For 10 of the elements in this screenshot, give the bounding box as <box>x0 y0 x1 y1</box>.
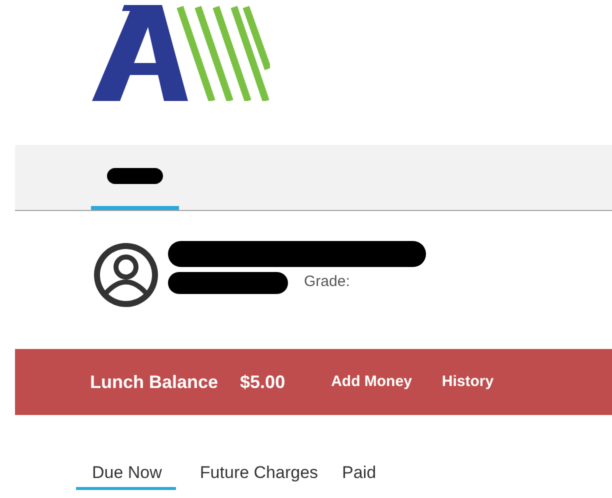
tab[interactable]: Future Charges <box>200 459 318 490</box>
tab[interactable]: Paid <box>342 459 376 490</box>
avatar-icon <box>92 241 160 309</box>
tab[interactable]: Due Now <box>76 459 176 490</box>
bar-link[interactable]: Add Money <box>331 370 412 394</box>
balance-label: Lunch Balance <box>90 370 218 394</box>
bar-link[interactable]: History <box>442 370 494 394</box>
logo-icon <box>92 5 270 101</box>
grade-label: Grade: <box>304 272 350 292</box>
balance-amount: $5.00 <box>240 370 286 394</box>
